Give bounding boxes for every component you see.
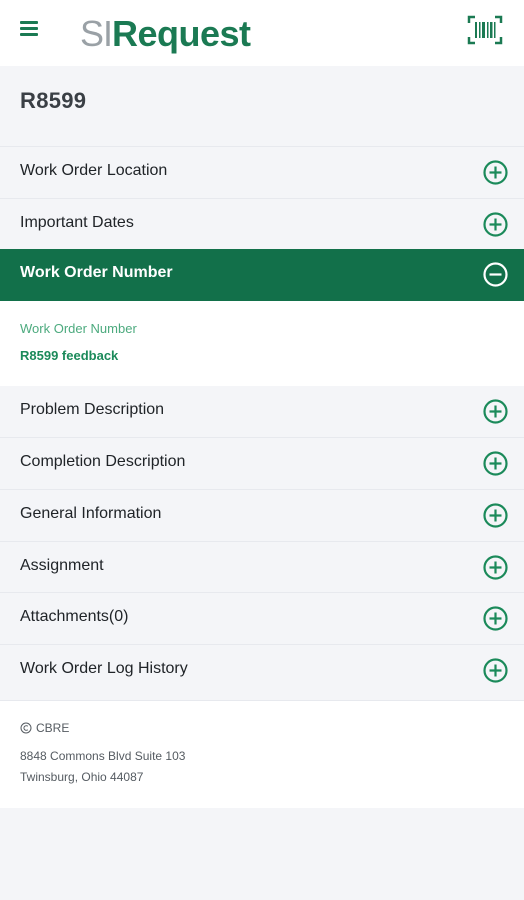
section-label: Work Order Number	[20, 264, 173, 281]
section-label: Work Order Location	[20, 162, 168, 179]
section-important-dates[interactable]: Important Dates	[0, 198, 524, 249]
address-line-1: 8848 Commons Blvd Suite 103	[20, 749, 186, 763]
field-value: R8599 feedback	[20, 348, 119, 363]
work-order-number-panel: Work Order Number R8599 feedback	[0, 301, 524, 386]
expand-plus-icon	[483, 451, 508, 476]
app-header: SI Request	[0, 0, 524, 66]
expand-plus-icon	[483, 160, 508, 185]
expand-plus-icon	[483, 399, 508, 424]
section-work-order-log-history[interactable]: Work Order Log History	[0, 644, 524, 695]
copyright: CBRE	[20, 721, 69, 735]
expand-plus-icon	[483, 503, 508, 528]
section-label: Attachments(0)	[20, 608, 129, 625]
section-label: Assignment	[20, 557, 104, 574]
section-work-order-number[interactable]: Work Order Number	[0, 249, 524, 301]
expand-plus-icon	[483, 212, 508, 237]
section-label: Problem Description	[20, 401, 165, 418]
app-logo: SI Request	[80, 12, 251, 56]
field-label: Work Order Number	[20, 321, 137, 336]
section-label: General Information	[20, 505, 162, 522]
section-completion-description[interactable]: Completion Description	[0, 437, 524, 488]
collapse-minus-icon	[483, 262, 508, 287]
expand-plus-icon	[483, 658, 508, 683]
hamburger-menu-icon[interactable]	[18, 18, 42, 40]
logo-si-text: SI	[80, 13, 113, 54]
logo-request-text: Request	[112, 13, 251, 54]
address-line-2: Twinsburg, Ohio 44087	[20, 770, 144, 784]
section-work-order-location[interactable]: Work Order Location	[0, 146, 524, 197]
section-label: Completion Description	[20, 453, 186, 470]
section-label: Work Order Log History	[20, 660, 188, 677]
section-label: Important Dates	[20, 214, 134, 231]
section-problem-description[interactable]: Problem Description	[0, 386, 524, 437]
copyright-icon	[20, 722, 32, 734]
section-assignment[interactable]: Assignment	[0, 541, 524, 592]
footer: CBRE 8848 Commons Blvd Suite 103 Twinsbu…	[0, 700, 524, 808]
barcode-scan-icon[interactable]	[466, 14, 504, 46]
expand-plus-icon	[483, 555, 508, 580]
section-general-information[interactable]: General Information	[0, 489, 524, 540]
expand-plus-icon	[483, 606, 508, 631]
section-attachments[interactable]: Attachments(0)	[0, 592, 524, 643]
company-name: CBRE	[36, 721, 70, 735]
work-order-id: R8599	[20, 88, 87, 113]
